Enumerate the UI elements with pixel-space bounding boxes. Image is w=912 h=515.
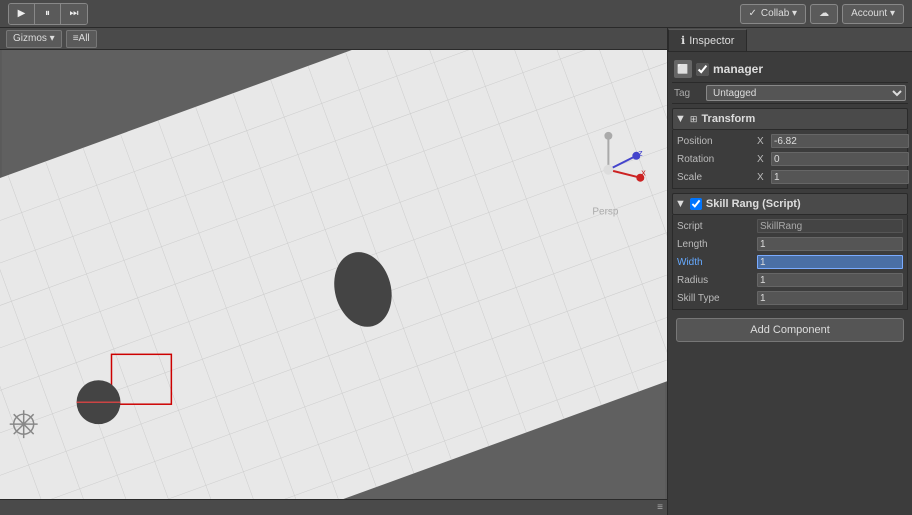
position-x-axis: X — [757, 136, 771, 147]
transform-title: Transform — [701, 113, 755, 125]
gizmos-button[interactable]: Gizmos ▾ — [6, 30, 62, 48]
cloud-button[interactable]: ☁ — [810, 4, 838, 24]
object-name: manager — [713, 62, 906, 76]
position-label: Position — [677, 136, 757, 147]
check-icon: ✓ — [749, 8, 757, 19]
account-label: Account ▾ — [851, 8, 895, 19]
scale-x-input[interactable] — [771, 170, 909, 184]
transform-header[interactable]: ▼ ⊞ Transform — [672, 108, 908, 130]
transform-icon: ⊞ — [690, 114, 698, 125]
pause-button[interactable]: ⏸ — [35, 4, 61, 24]
gizmos-label: Gizmos ▾ — [13, 33, 55, 44]
scene-canvas[interactable]: x z Persp — [0, 50, 667, 499]
width-input[interactable] — [757, 255, 903, 269]
inspector-tab[interactable]: ℹ Inspector — [668, 29, 747, 51]
main-area: Gizmos ▾ ≡All — [0, 28, 912, 515]
scene-bottom-bar: ≡ — [0, 499, 667, 515]
scene-toolbar: Gizmos ▾ ≡All — [0, 28, 667, 50]
inspector-panel: ℹ Inspector ⬜ manager Tag Untagged — [667, 28, 912, 515]
scene-bottom-icon: ≡ — [657, 502, 663, 513]
object-icon: ⬜ — [674, 60, 692, 78]
pause-icon: ⏸ — [45, 8, 50, 19]
skill-type-input[interactable] — [757, 291, 903, 305]
rotation-x-axis: X — [757, 154, 771, 165]
transform-expand-icon: ▼ — [675, 113, 686, 125]
scale-row: Scale X — [673, 168, 907, 186]
radius-row: Radius — [673, 271, 907, 289]
tag-label: Tag — [674, 88, 702, 99]
inspector-tab-icon: ℹ — [681, 34, 685, 47]
account-button[interactable]: Account ▾ — [842, 4, 904, 24]
length-row: Length — [673, 235, 907, 253]
rotation-row: Rotation X — [673, 150, 907, 168]
play-button[interactable]: ▶ — [9, 4, 35, 24]
width-row: Width — [673, 253, 907, 271]
scene-view: Gizmos ▾ ≡All — [0, 28, 667, 515]
cloud-icon: ☁ — [819, 8, 829, 19]
skillrang-fields: Script SkillRang Length Width Rad — [672, 215, 908, 310]
scale-label: Scale — [677, 172, 757, 183]
step-button[interactable]: ⏭ — [61, 4, 87, 24]
svg-text:Persp: Persp — [592, 207, 618, 218]
inspector-content: ⬜ manager Tag Untagged ▼ ⊞ Transform — [668, 52, 912, 515]
skillrang-header[interactable]: ▼ Skill Rang (Script) — [672, 193, 908, 215]
collab-label: Collab ▾ — [761, 8, 797, 19]
all-button[interactable]: ≡All — [66, 30, 97, 48]
svg-text:z: z — [638, 148, 643, 158]
step-icon: ⏭ — [70, 8, 79, 19]
scale-x-axis: X — [757, 172, 771, 183]
collab-button[interactable]: ✓ Collab ▾ — [740, 4, 807, 24]
transform-fields: Position X Rotation X Scale X — [672, 130, 908, 189]
skillrang-expand-icon: ▼ — [675, 198, 686, 210]
object-active-checkbox[interactable] — [696, 63, 709, 76]
add-component-button[interactable]: Add Component — [676, 318, 904, 342]
script-label: Script — [677, 221, 757, 232]
length-label: Length — [677, 239, 757, 250]
tag-row: Tag Untagged — [672, 83, 908, 104]
skillrang-active-checkbox[interactable] — [690, 198, 702, 210]
skillrang-title: Skill Rang (Script) — [706, 198, 801, 210]
length-input[interactable] — [757, 237, 903, 251]
skill-type-label: Skill Type — [677, 293, 757, 304]
add-component-label: Add Component — [750, 324, 830, 336]
top-toolbar: ▶ ⏸ ⏭ ✓ Collab ▾ ☁ Account ▾ — [0, 0, 912, 28]
scene-svg: x z Persp — [0, 50, 667, 499]
playback-controls: ▶ ⏸ ⏭ — [8, 3, 88, 25]
skill-type-row: Skill Type — [673, 289, 907, 307]
inspector-tabs: ℹ Inspector — [668, 28, 912, 52]
script-value-text: SkillRang — [760, 221, 802, 232]
radius-input[interactable] — [757, 273, 903, 287]
svg-text:x: x — [641, 168, 646, 178]
script-value: SkillRang — [757, 219, 903, 233]
position-row: Position X — [673, 132, 907, 150]
width-label: Width — [677, 257, 757, 268]
play-icon: ▶ — [18, 8, 26, 19]
tag-select[interactable]: Untagged — [706, 85, 906, 101]
object-header: ⬜ manager — [672, 56, 908, 83]
inspector-tab-label: Inspector — [689, 35, 734, 47]
all-label: ≡All — [73, 33, 90, 44]
position-x-input[interactable] — [771, 134, 909, 148]
rotation-label: Rotation — [677, 154, 757, 165]
script-row: Script SkillRang — [673, 217, 907, 235]
radius-label: Radius — [677, 275, 757, 286]
rotation-x-input[interactable] — [771, 152, 909, 166]
